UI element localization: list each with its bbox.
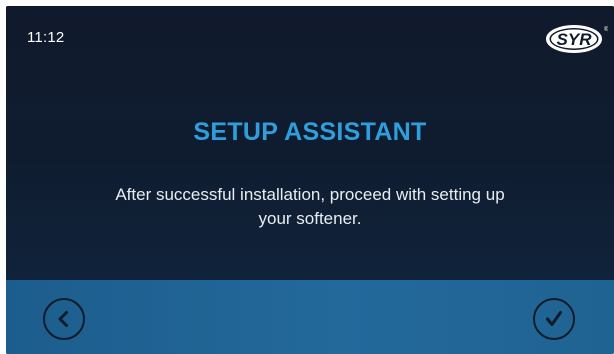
registered-mark: ® <box>604 26 608 33</box>
chevron-left-icon <box>58 311 68 327</box>
page-title: SETUP ASSISTANT <box>193 118 427 146</box>
navigation-bar <box>6 280 614 354</box>
instruction-line-2: your softener. <box>258 209 362 228</box>
confirm-button[interactable] <box>533 298 575 340</box>
clock-time: 11:12 <box>27 29 65 46</box>
content-area: 11:12 SYR ® SETUP ASSISTANT After succes… <box>6 6 614 280</box>
instruction-line-1: After successful installation, proceed w… <box>115 185 505 204</box>
syr-logo: SYR ® <box>546 25 608 53</box>
checkmark-icon <box>546 311 562 326</box>
instruction-text: After successful installation, proceed w… <box>66 183 554 231</box>
setup-screen: 11:12 SYR ® SETUP ASSISTANT After succes… <box>6 6 614 354</box>
logo-text: SYR <box>557 30 593 49</box>
back-button[interactable] <box>43 298 85 340</box>
